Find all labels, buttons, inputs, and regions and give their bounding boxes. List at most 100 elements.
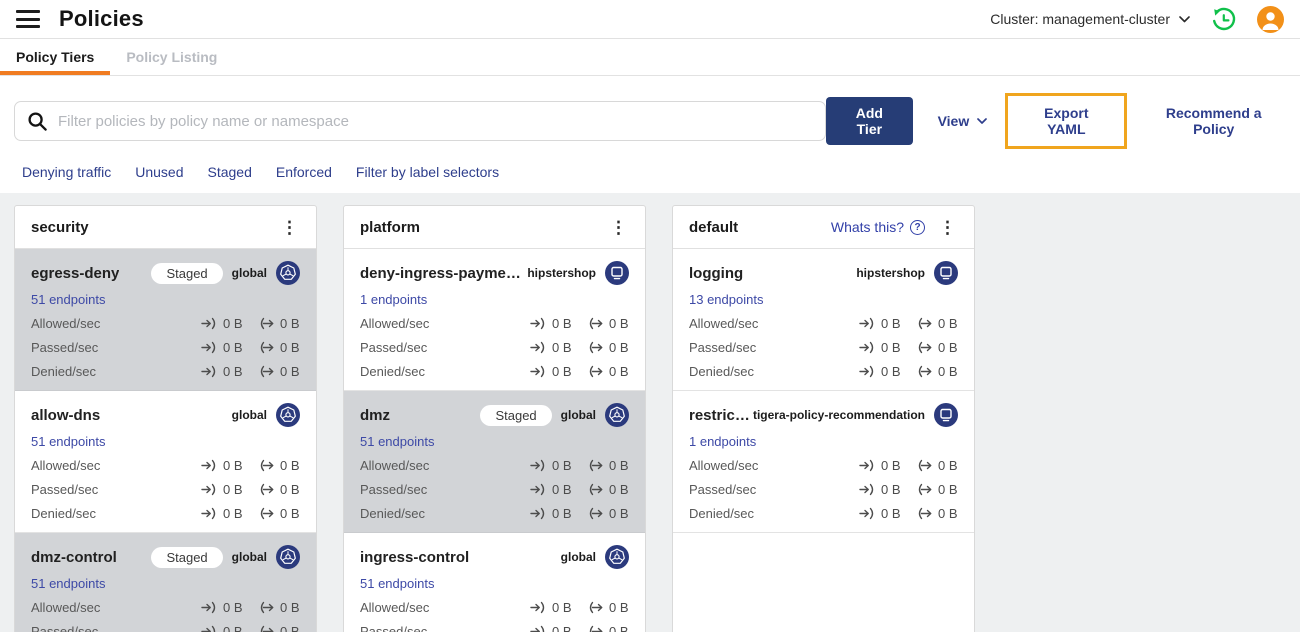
- egress-value: 0 B: [938, 340, 958, 355]
- metric-row: Passed/sec 0 B 0 B: [360, 624, 629, 632]
- ingress-traffic-icon: [859, 483, 874, 496]
- policy-card-logging[interactable]: logging hipstershop 13 endpoints Allowed/se…: [673, 249, 974, 391]
- ingress-traffic-icon: [530, 625, 545, 632]
- view-dropdown-button[interactable]: View: [938, 113, 988, 129]
- egress-value: 0 B: [609, 506, 629, 521]
- whats-this-link[interactable]: Whats this??: [831, 219, 925, 235]
- history-icon[interactable]: [1210, 6, 1237, 33]
- metric-label: Allowed/sec: [31, 458, 101, 473]
- policy-scope-label: global: [231, 550, 267, 564]
- metric-label: Allowed/sec: [689, 458, 759, 473]
- metric-label: Allowed/sec: [360, 600, 430, 615]
- ingress-value: 0 B: [223, 458, 243, 473]
- view-dropdown-label: View: [937, 113, 970, 129]
- egress-traffic-icon: [589, 625, 603, 632]
- hamburger-menu-icon[interactable]: [16, 10, 40, 28]
- metric-row: Allowed/sec 0 B 0 B: [689, 316, 958, 331]
- policy-card-allow-dns[interactable]: allow-dns global 51 endpoints Allowed/sec 0 …: [15, 391, 316, 533]
- egress-traffic-icon: [589, 365, 603, 378]
- metric-row: Denied/sec 0 B 0 B: [360, 506, 629, 521]
- ingress-value: 0 B: [223, 482, 243, 497]
- ingress-traffic-icon: [201, 317, 216, 330]
- export-yaml-button[interactable]: Export YAML: [1023, 105, 1109, 137]
- quick-filters: Denying traffic Unused Staged Enforced F…: [0, 149, 1300, 193]
- metric-label: Allowed/sec: [31, 600, 101, 615]
- policy-card-egress-deny[interactable]: egress-deny Staged global 51 endpoints Allow…: [15, 249, 316, 391]
- filter-unused[interactable]: Unused: [135, 164, 183, 180]
- endpoints-link[interactable]: 1 endpoints: [360, 292, 629, 307]
- filter-by-label-selectors[interactable]: Filter by label selectors: [356, 164, 499, 180]
- policies-app: Policies Cluster: management-cluster Pol…: [0, 0, 1300, 632]
- filter-enforced[interactable]: Enforced: [276, 164, 332, 180]
- cluster-selector[interactable]: Cluster: management-cluster: [990, 11, 1190, 27]
- page-title: Policies: [59, 6, 144, 31]
- ingress-value: 0 B: [223, 340, 243, 355]
- endpoints-link[interactable]: 51 endpoints: [31, 292, 300, 307]
- policy-card-restricted[interactable]: restricted tigera-policy-recommendation 1 …: [673, 391, 974, 533]
- namespace-scope-icon: [934, 261, 958, 285]
- staged-badge: Staged: [151, 262, 223, 284]
- endpoints-link[interactable]: 1 endpoints: [689, 434, 958, 449]
- policy-card-deny-ingress-paymentservice[interactable]: deny-ingress-paymentservicehipstershop 1 …: [344, 249, 645, 391]
- metric-label: Denied/sec: [689, 506, 755, 521]
- namespace-scope-icon: [934, 403, 958, 427]
- recommend-policy-button[interactable]: Recommend a Policy: [1143, 105, 1284, 137]
- top-bar: Policies Cluster: management-cluster: [0, 0, 1300, 39]
- tab-policy-tiers[interactable]: Policy Tiers: [0, 39, 111, 75]
- toolbar: Add Tier View Export YAML Recommend a Po…: [0, 76, 1300, 149]
- policy-card-ingress-control[interactable]: ingress-control global 51 endpoints Allowed…: [344, 533, 645, 632]
- egress-value: 0 B: [280, 364, 300, 379]
- ingress-value: 0 B: [552, 624, 572, 632]
- egress-traffic-icon: [918, 365, 932, 378]
- endpoints-link[interactable]: 13 endpoints: [689, 292, 958, 307]
- staged-badge: Staged: [480, 404, 552, 426]
- kebab-menu-icon[interactable]: ⋮: [935, 217, 960, 238]
- endpoints-link[interactable]: 51 endpoints: [31, 434, 300, 449]
- policy-name: dmz: [360, 406, 390, 424]
- egress-value: 0 B: [609, 316, 629, 331]
- tab-policy-listing[interactable]: Policy Listing: [110, 39, 233, 75]
- policy-search-box[interactable]: [14, 101, 827, 141]
- chevron-down-icon: [977, 117, 988, 124]
- policy-name: restricted: [689, 406, 753, 424]
- metric-row: Allowed/sec 0 B 0 B: [360, 316, 629, 331]
- endpoints-link[interactable]: 51 endpoints: [360, 434, 629, 449]
- metric-row: Passed/sec 0 B 0 B: [31, 482, 300, 497]
- filter-staged[interactable]: Staged: [208, 164, 252, 180]
- ingress-value: 0 B: [552, 340, 572, 355]
- egress-value: 0 B: [280, 482, 300, 497]
- namespace-scope-icon: [605, 261, 629, 285]
- kebab-menu-icon[interactable]: ⋮: [606, 217, 631, 238]
- policy-name: logging: [689, 264, 744, 282]
- endpoints-link[interactable]: 51 endpoints: [31, 576, 300, 591]
- policy-scope-label: global: [560, 550, 596, 564]
- metric-label: Passed/sec: [31, 624, 99, 632]
- tier-name: security: [31, 218, 89, 236]
- ingress-traffic-icon: [530, 601, 545, 614]
- tier-header: platform ⋮: [344, 206, 645, 249]
- metric-label: Passed/sec: [31, 482, 99, 497]
- filter-denying-traffic[interactable]: Denying traffic: [22, 164, 111, 180]
- endpoints-link[interactable]: 51 endpoints: [360, 576, 629, 591]
- tab-policy-tiers-label: Policy Tiers: [16, 49, 95, 65]
- egress-value: 0 B: [609, 340, 629, 355]
- user-avatar[interactable]: [1257, 5, 1284, 33]
- metric-label: Passed/sec: [360, 482, 428, 497]
- tier-name: default: [689, 218, 739, 236]
- staged-badge: Staged: [151, 546, 223, 568]
- egress-value: 0 B: [280, 316, 300, 331]
- ingress-traffic-icon: [859, 365, 874, 378]
- search-input[interactable]: [58, 112, 814, 130]
- add-tier-button[interactable]: Add Tier: [826, 97, 913, 145]
- egress-traffic-icon: [260, 341, 274, 354]
- egress-traffic-icon: [918, 483, 932, 496]
- ingress-value: 0 B: [552, 458, 572, 473]
- metric-label: Denied/sec: [31, 364, 97, 379]
- policy-card-dmz-control[interactable]: dmz-control Staged global 51 endpoints Allow…: [15, 533, 316, 632]
- tier-empty-area: [673, 533, 974, 632]
- ingress-traffic-icon: [530, 459, 545, 472]
- metric-label: Denied/sec: [689, 364, 755, 379]
- kebab-menu-icon[interactable]: ⋮: [277, 217, 302, 238]
- policy-name: dmz-control: [31, 548, 117, 566]
- policy-card-dmz[interactable]: dmz Staged global 51 endpoints Allowed/sec 0 …: [344, 391, 645, 533]
